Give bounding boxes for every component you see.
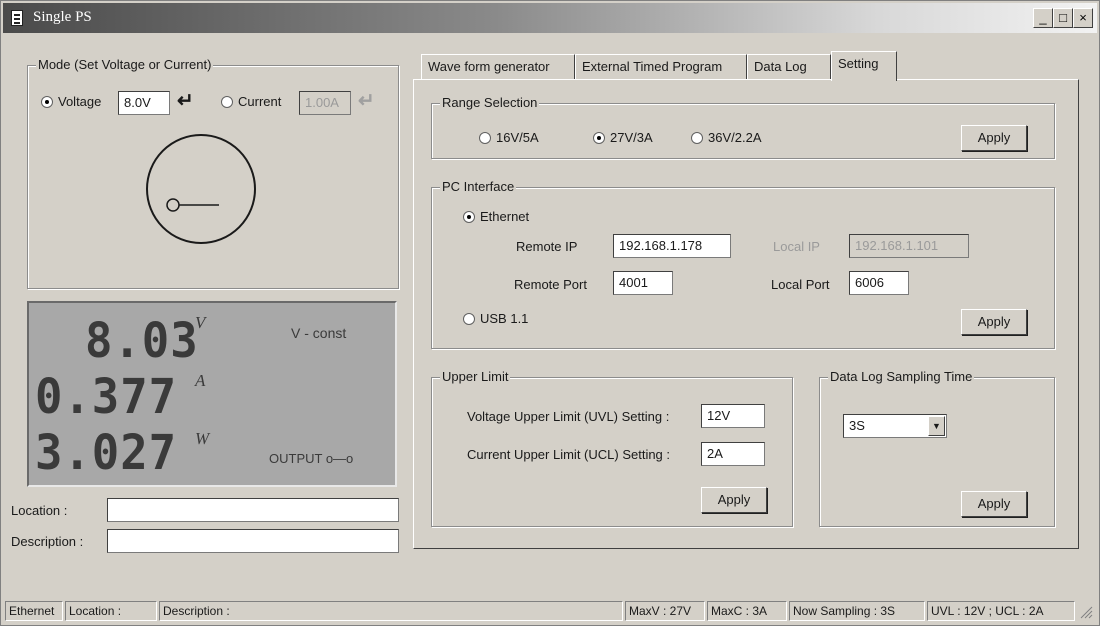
remote-port-input[interactable]: 4001 [613,271,673,295]
current-readout: 0.377 [35,369,178,425]
ucl-input[interactable]: 2A [701,442,765,466]
usb-radio-dot[interactable] [463,312,475,325]
close-button[interactable]: × [1073,8,1093,28]
current-label: Current [238,94,282,109]
power-readout: 3.027 [35,425,178,481]
location-input[interactable] [107,498,399,522]
knob-ring[interactable] [146,134,256,244]
status-connection: Ethernet [5,601,63,621]
current-unit: A [195,371,206,390]
voltage-radio-dot[interactable] [41,95,53,108]
status-now-sampling: Now Sampling : 3S [789,601,925,621]
sampling-time-value: 3S [849,418,865,433]
upper-limit-label: Upper Limit [440,369,511,384]
ethernet-radio[interactable]: Ethernet [463,209,529,224]
pc-interface-label: PC Interface [440,179,517,194]
status-location: Location : [65,601,157,621]
uvl-setting-label: Voltage Upper Limit (UVL) Setting : [467,409,670,424]
voltage-unit: V [195,313,206,332]
tab-waveform-generator[interactable]: Wave form generator [421,54,575,79]
voltage-input[interactable]: 8.0V [118,91,170,115]
current-radio-dot[interactable] [221,95,233,108]
voltage-readout: 8.03 [85,313,199,369]
usb-radio[interactable]: USB 1.1 [463,311,528,326]
range-radio-dot[interactable] [593,131,605,144]
ethernet-radio-dot[interactable] [463,210,475,223]
range-option-label: 16V/5A [496,130,539,145]
ethernet-label: Ethernet [480,209,530,224]
main-window: Single PS _ □ × Mode (Set Voltage or Cur… [0,0,1100,626]
pc-interface-apply-button[interactable]: Apply [961,309,1027,335]
local-port-input[interactable]: 6006 [849,271,909,295]
status-max-current: MaxC : 3A [707,601,787,621]
voltage-label: Voltage [58,94,102,109]
upper-limit-apply-button[interactable]: Apply [701,487,767,513]
remote-ip-input[interactable]: 192.168.1.178 [613,234,731,258]
tab-data-log[interactable]: Data Log [747,54,831,79]
range-radio-27v-3a[interactable]: 27V/3A [593,130,653,145]
range-radio-dot[interactable] [479,131,491,144]
current-enter-icon: ↵ [358,90,375,112]
output-status-text: OUTPUT o—o [269,451,354,466]
range-radio-36v-2-2a[interactable]: 36V/2.2A [691,130,762,145]
status-max-voltage: MaxV : 27V [625,601,705,621]
mode-group-label: Mode (Set Voltage or Current) [36,57,214,72]
voltage-knob[interactable] [141,129,261,249]
uvl-input[interactable]: 12V [701,404,765,428]
mode-status-text: V - const [291,325,347,341]
sampling-time-label: Data Log Sampling Time [828,369,975,384]
usb-label: USB 1.1 [480,311,529,326]
status-limits: UVL : 12V ; UCL : 2A [927,601,1075,621]
power-unit: W [195,429,210,448]
title-bar[interactable]: Single PS _ □ × [3,3,1097,33]
maximize-button[interactable]: □ [1053,8,1073,28]
current-input[interactable]: 1.00A [299,91,351,115]
sampling-apply-button[interactable]: Apply [961,491,1027,517]
range-apply-button[interactable]: Apply [961,125,1027,151]
tab-setting[interactable]: Setting [831,51,897,81]
remote-ip-label: Remote IP [516,239,578,254]
minimize-button[interactable]: _ [1033,8,1053,28]
app-icon [11,10,23,26]
local-port-label: Local Port [771,277,830,292]
status-description: Description : [159,601,623,621]
ucl-setting-label: Current Upper Limit (UCL) Setting : [467,447,671,462]
location-label: Location : [11,503,68,518]
voltage-enter-icon[interactable]: ↵ [177,91,194,111]
description-label: Description : [11,534,84,549]
local-ip-label: Local IP [773,239,820,254]
resize-grip-icon[interactable] [1079,605,1093,619]
voltage-radio[interactable]: Voltage [41,94,101,109]
range-selection-label: Range Selection [440,95,540,110]
range-option-label: 36V/2.2A [708,130,762,145]
current-radio[interactable]: Current [221,94,281,109]
window-title: Single PS [33,9,92,25]
local-ip-input[interactable]: 192.168.1.101 [849,234,969,258]
range-option-label: 27V/3A [610,130,653,145]
dropdown-arrow-icon[interactable]: ▼ [928,416,945,436]
description-input[interactable] [107,529,399,553]
range-radio-dot[interactable] [691,131,703,144]
lcd-display: 8.03 V V - const 0.377 A 3.027 W OUTPUT … [27,301,397,487]
tab-external-timed-program[interactable]: External Timed Program [575,54,747,79]
range-radio-16v-5a[interactable]: 16V/5A [479,130,539,145]
remote-port-label: Remote Port [514,277,587,292]
